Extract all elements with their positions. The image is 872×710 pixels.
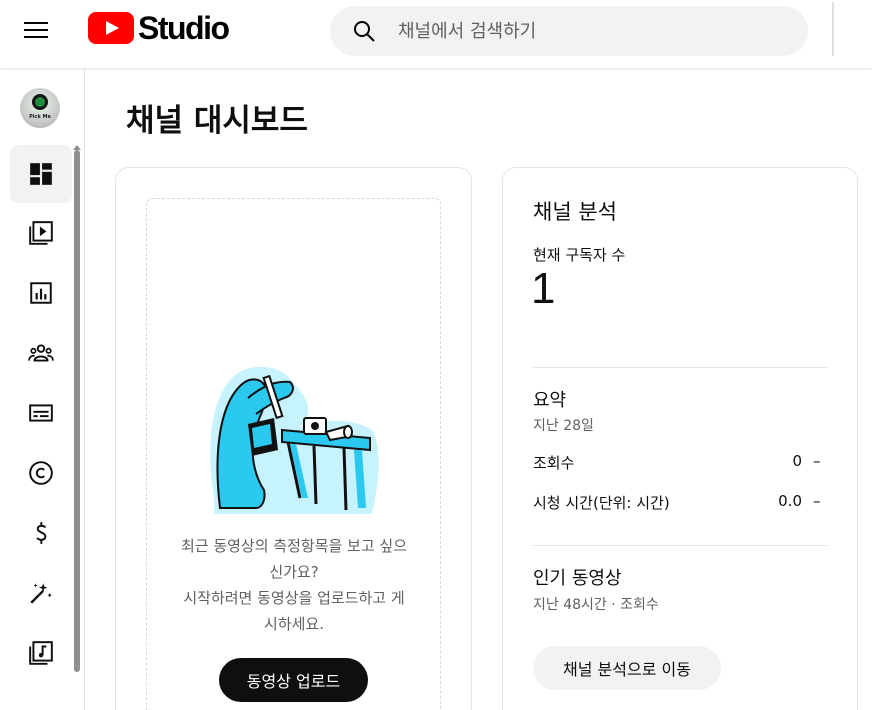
sidebar-scrollbar[interactable] bbox=[74, 150, 80, 672]
studio-logo[interactable]: Studio bbox=[88, 9, 230, 46]
upload-prompt-line-1: 최근 동영상의 측정항목을 보고 싶으 bbox=[180, 537, 408, 555]
sidebar-item-copyright[interactable] bbox=[10, 444, 72, 502]
analytics-icon bbox=[30, 282, 52, 304]
search-bar[interactable] bbox=[330, 6, 808, 56]
menu-icon[interactable] bbox=[24, 18, 60, 40]
analytics-card-title: 채널 분석 bbox=[533, 200, 617, 224]
sidebar-item-subtitles[interactable] bbox=[10, 384, 72, 442]
sidebar-item-monetization[interactable] bbox=[10, 504, 72, 562]
sidebar-item-audio-library[interactable] bbox=[10, 624, 72, 682]
upload-video-button[interactable]: 동영상 업로드 bbox=[219, 658, 368, 702]
popular-videos-title: 인기 동영상 bbox=[533, 568, 622, 589]
subscribers-count: 1 bbox=[531, 264, 556, 313]
subtitles-icon bbox=[29, 404, 53, 422]
views-trend: – bbox=[813, 452, 821, 470]
upload-prompt-text: 최근 동영상의 측정항목을 보고 싶으 신가요? 시작하려면 동영상을 업로드하… bbox=[160, 533, 428, 637]
sidebar: Pick Me bbox=[0, 68, 85, 710]
avatar-text: Pick Me bbox=[29, 114, 51, 120]
subscribers-label: 현재 구독자 수 bbox=[533, 246, 626, 264]
monetization-icon bbox=[36, 522, 47, 544]
upload-prompt-line-3: 시작하려면 동영상을 업로드하고 게 bbox=[183, 589, 405, 607]
upload-prompt-line-4: 시하세요. bbox=[264, 615, 324, 633]
content-icon bbox=[29, 221, 53, 245]
search-icon[interactable] bbox=[352, 19, 376, 43]
summary-title: 요약 bbox=[533, 390, 567, 411]
watch-time-label: 시청 시간(단위: 시간) bbox=[533, 494, 670, 512]
copyright-icon bbox=[29, 461, 53, 485]
summary-period: 지난 28일 bbox=[533, 418, 594, 434]
upload-prompt-line-2: 신가요? bbox=[269, 563, 319, 581]
channel-avatar[interactable]: Pick Me bbox=[20, 88, 60, 128]
sidebar-item-community[interactable] bbox=[10, 324, 72, 382]
divider bbox=[533, 367, 828, 368]
top-header: Studio bbox=[0, 0, 872, 68]
empty-state-illustration bbox=[210, 366, 379, 514]
sidebar-item-analytics[interactable] bbox=[10, 264, 72, 322]
views-value: 0 bbox=[792, 452, 802, 470]
header-divider bbox=[832, 2, 834, 56]
sidebar-item-dashboard[interactable] bbox=[10, 145, 72, 203]
popular-videos-subtitle: 지난 48시간 · 조회수 bbox=[533, 597, 659, 613]
audio-library-icon bbox=[29, 641, 53, 665]
views-label: 조회수 bbox=[533, 454, 575, 472]
community-icon bbox=[28, 344, 54, 362]
youtube-logo-icon bbox=[88, 12, 134, 44]
sidebar-item-customization[interactable] bbox=[10, 564, 72, 622]
search-input[interactable] bbox=[398, 20, 778, 42]
customization-icon bbox=[30, 583, 52, 604]
sidebar-item-content[interactable] bbox=[10, 204, 72, 262]
watch-time-value: 0.0 bbox=[778, 492, 802, 510]
watch-time-trend: – bbox=[813, 492, 821, 510]
logo-text: Studio bbox=[138, 9, 230, 46]
divider bbox=[533, 545, 828, 546]
dashboard-icon bbox=[30, 163, 52, 185]
page-title: 채널 대시보드 bbox=[126, 103, 308, 139]
go-to-analytics-button[interactable]: 채널 분석으로 이동 bbox=[533, 646, 721, 690]
